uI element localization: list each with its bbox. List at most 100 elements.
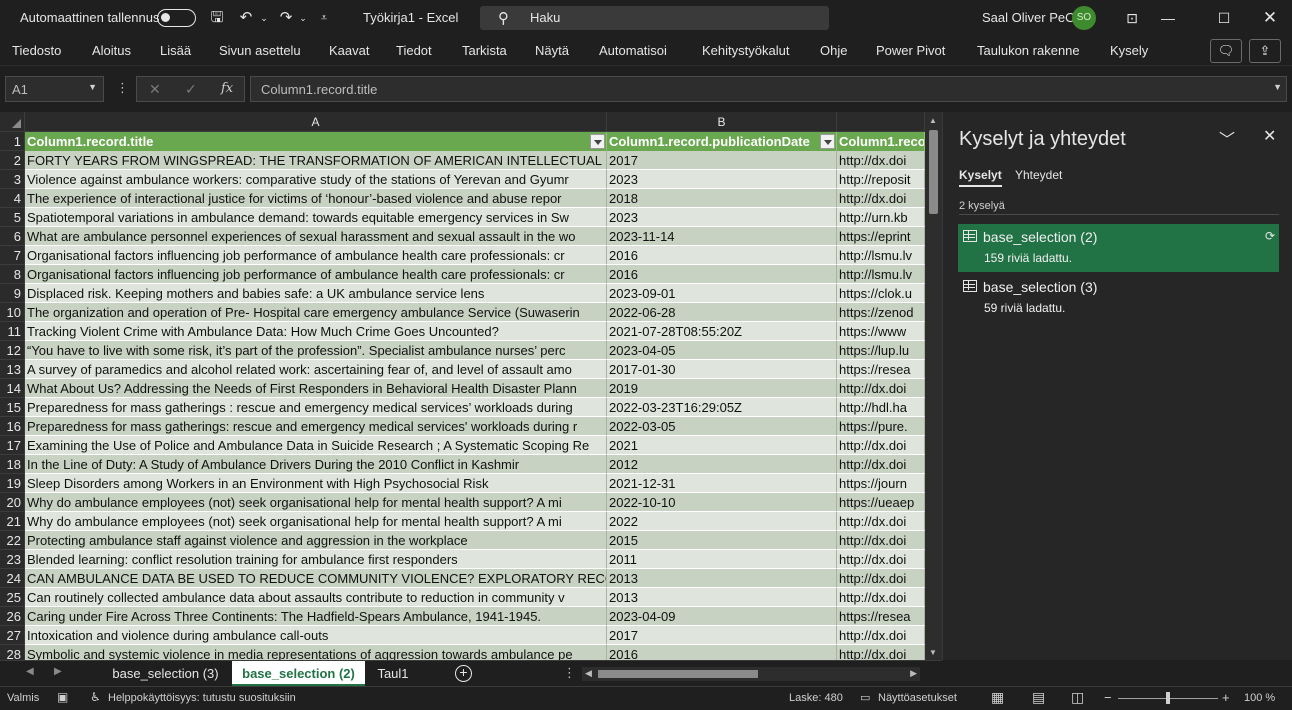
cell-url[interactable]: http://dx.doi	[837, 151, 925, 170]
sheet-tab-active[interactable]: base_selection (2)	[232, 661, 365, 686]
tab-data[interactable]: Tiedot	[396, 43, 432, 58]
tab-review[interactable]: Tarkista	[462, 43, 507, 58]
column-header-a[interactable]: A	[25, 112, 607, 132]
scroll-thumb[interactable]	[929, 130, 938, 214]
scroll-left-icon[interactable]: ◀	[585, 668, 592, 679]
row-number[interactable]: 25	[0, 588, 25, 607]
zoom-slider-thumb[interactable]	[1166, 692, 1170, 704]
filter-dropdown-icon[interactable]	[590, 134, 605, 149]
cell-date[interactable]: 2023-04-05	[607, 341, 837, 360]
row-number[interactable]: 13	[0, 360, 25, 379]
tab-connections[interactable]: Yhteydet	[1015, 168, 1062, 182]
cell-title[interactable]: Sleep Disorders among Workers in an Envi…	[25, 474, 607, 493]
display-settings[interactable]: Näyttöasetukset	[878, 692, 957, 704]
cell-date[interactable]: 2022-03-23T16:29:05Z	[607, 398, 837, 417]
minimize-icon[interactable]: —	[1156, 6, 1180, 30]
cell-url[interactable]: https://clok.u	[837, 284, 925, 303]
more-options-icon[interactable]: ⋮	[116, 80, 129, 96]
tab-queries[interactable]: Kyselyt	[959, 168, 1002, 187]
cell-title[interactable]: CAN AMBULANCE DATA BE USED TO REDUCE COM…	[25, 569, 607, 588]
cell-date[interactable]: 2017	[607, 626, 837, 645]
cell-date[interactable]: 2021	[607, 436, 837, 455]
tab-power-pivot[interactable]: Power Pivot	[876, 43, 945, 58]
cell-url[interactable]: http://urn.kb	[837, 208, 925, 227]
cell-date[interactable]: 2022-03-05	[607, 417, 837, 436]
cell-url[interactable]: https://resea	[837, 607, 925, 626]
row-number[interactable]: 12	[0, 341, 25, 360]
cell-title[interactable]: Blended learning: conflict resolution tr…	[25, 550, 607, 569]
cell-url[interactable]: http://dx.doi	[837, 189, 925, 208]
cell-url[interactable]: http://dx.doi	[837, 645, 925, 660]
cell-title[interactable]: A survey of paramedics and alcohol relat…	[25, 360, 607, 379]
tab-table-design[interactable]: Taulukon rakenne	[977, 43, 1080, 58]
row-number[interactable]: 21	[0, 512, 25, 531]
cancel-icon[interactable]: ✕	[149, 81, 161, 98]
cell-url[interactable]: https://zenod	[837, 303, 925, 322]
cell-url[interactable]: http://dx.doi	[837, 436, 925, 455]
scroll-thumb[interactable]	[598, 670, 758, 678]
cell-date[interactable]: 2013	[607, 588, 837, 607]
row-number[interactable]: 27	[0, 626, 25, 645]
row-number[interactable]: 6	[0, 227, 25, 246]
column-header-b[interactable]: B	[607, 112, 837, 132]
cell-date[interactable]: 2023-09-01	[607, 284, 837, 303]
tab-file[interactable]: Tiedosto	[12, 43, 61, 58]
redo-dropdown-icon[interactable]: ⌄	[293, 8, 313, 28]
zoom-in-icon[interactable]: +	[1222, 690, 1230, 705]
cell-title[interactable]: Spatiotemporal variations in ambulance d…	[25, 208, 607, 227]
tab-automate[interactable]: Automatisoi	[599, 43, 667, 58]
row-number[interactable]: 18	[0, 455, 25, 474]
user-name[interactable]: Saal Oliver PeO	[982, 10, 1075, 25]
normal-view-icon[interactable]: ▦	[991, 689, 1004, 706]
filter-dropdown-icon[interactable]	[820, 134, 835, 149]
cell-url[interactable]: http://lsmu.lv	[837, 265, 925, 284]
cell-title[interactable]: “You have to live with some risk, it’s p…	[25, 341, 607, 360]
query-item[interactable]: base_selection (2) 159 riviä ladattu. ⟳	[958, 224, 1279, 272]
row-number[interactable]: 7	[0, 246, 25, 265]
cell-date[interactable]: 2021-12-31	[607, 474, 837, 493]
cell-title[interactable]: What About Us? Addressing the Needs of F…	[25, 379, 607, 398]
tab-formulas[interactable]: Kaavat	[329, 43, 369, 58]
row-number[interactable]: 19	[0, 474, 25, 493]
cell-url[interactable]: http://dx.doi	[837, 512, 925, 531]
cell-title[interactable]: Symbolic and systemic violence in media …	[25, 645, 607, 660]
page-break-view-icon[interactable]: ◫	[1071, 689, 1084, 706]
tab-view[interactable]: Näytä	[535, 43, 569, 58]
row-number[interactable]: 23	[0, 550, 25, 569]
next-sheet-icon[interactable]: ▶	[54, 666, 62, 677]
cell-title[interactable]: Preparedness for mass gatherings : rescu…	[25, 398, 607, 417]
close-pane-icon[interactable]: ✕	[1263, 126, 1276, 146]
cell-date[interactable]: 2016	[607, 265, 837, 284]
search-box[interactable]: ⚲ Haku	[480, 6, 829, 30]
tab-home[interactable]: Aloitus	[92, 43, 131, 58]
row-number[interactable]: 14	[0, 379, 25, 398]
cell-title[interactable]: Displaced risk. Keeping mothers and babi…	[25, 284, 607, 303]
row-number[interactable]: 16	[0, 417, 25, 436]
cell-url[interactable]: http://dx.doi	[837, 550, 925, 569]
cell-title[interactable]: Why do ambulance employees (not) seek or…	[25, 493, 607, 512]
horizontal-scrollbar[interactable]: ◀ ▶	[582, 667, 920, 681]
tab-help[interactable]: Ohje	[820, 43, 847, 58]
chevron-down-icon[interactable]: ▼	[88, 82, 97, 92]
cell-url[interactable]: http://lsmu.lv	[837, 246, 925, 265]
cell-date[interactable]: 2016	[607, 645, 837, 660]
cell-url[interactable]: https://eprint	[837, 227, 925, 246]
cell-title[interactable]: The experience of interactional justice …	[25, 189, 607, 208]
table-header-date[interactable]: Column1.record.publicationDate	[607, 132, 837, 151]
add-sheet-icon[interactable]: +	[455, 665, 472, 682]
save-icon[interactable]: 🖫	[207, 8, 227, 28]
cell-title[interactable]: Why do ambulance employees (not) seek or…	[25, 512, 607, 531]
more-options-icon[interactable]: ⋮	[563, 665, 576, 681]
customize-toolbar-icon[interactable]: ⩡	[314, 8, 334, 28]
query-item[interactable]: base_selection (3) 59 riviä ladattu.	[958, 274, 1279, 322]
cell-url[interactable]: http://dx.doi	[837, 531, 925, 550]
spreadsheet-grid[interactable]: A B 1 Column1.record.title Column1.recor…	[0, 112, 942, 660]
cell-date[interactable]: 2019	[607, 379, 837, 398]
cell-url[interactable]: https://pure.	[837, 417, 925, 436]
cell-title[interactable]: Can routinely collected ambulance data a…	[25, 588, 607, 607]
scroll-up-icon[interactable]: ▲	[929, 116, 937, 125]
cell-title[interactable]: Organisational factors influencing job p…	[25, 265, 607, 284]
close-icon[interactable]: ✕	[1258, 6, 1282, 30]
insert-function-icon[interactable]: fx	[221, 81, 233, 96]
cell-date[interactable]: 2016	[607, 246, 837, 265]
